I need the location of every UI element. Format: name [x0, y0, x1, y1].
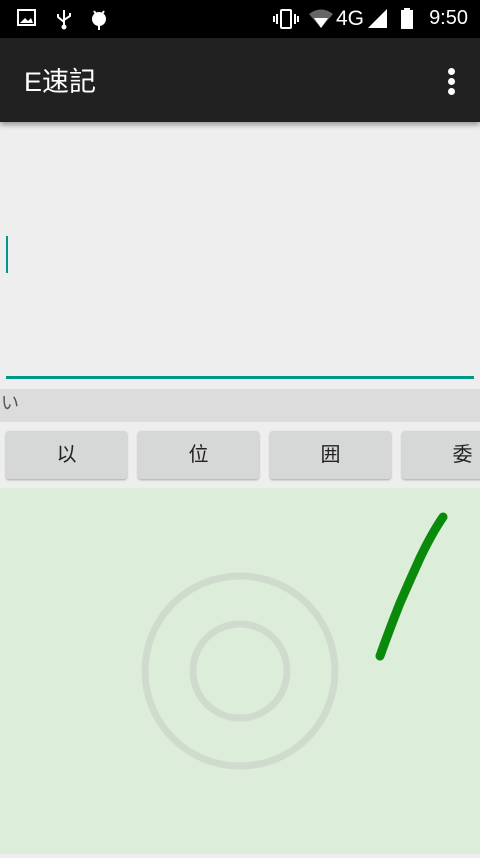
image-icon	[17, 8, 37, 34]
more-vert-icon[interactable]	[446, 68, 456, 96]
handwriting-pad[interactable]	[0, 488, 480, 854]
target-circles-icon	[141, 572, 339, 770]
text-input[interactable]	[0, 122, 480, 388]
wifi-icon	[308, 8, 334, 36]
network-type: 4G	[336, 7, 365, 30]
app-bar: E速記	[0, 38, 480, 122]
handwriting-canvas[interactable]	[0, 488, 480, 854]
signal-icon	[367, 8, 389, 36]
input-underline	[6, 376, 474, 379]
candidate-button[interactable]: 位	[138, 431, 259, 479]
vibrate-icon	[272, 8, 300, 36]
ink-stroke	[375, 512, 448, 661]
text-cursor	[6, 236, 8, 273]
status-bar: 4G 9:50	[0, 0, 480, 38]
app-title: E速記	[24, 67, 97, 97]
battery-icon	[400, 8, 414, 36]
candidate-button[interactable]: 委	[402, 431, 480, 479]
candidate-button[interactable]: 囲	[270, 431, 391, 479]
reading-text: い	[0, 389, 480, 422]
usb-icon	[54, 8, 74, 36]
clock: 9:50	[429, 7, 468, 29]
candidate-bar: 以 位 囲 委	[0, 422, 480, 488]
candidate-button[interactable]: 以	[6, 431, 127, 479]
android-icon	[89, 8, 109, 36]
